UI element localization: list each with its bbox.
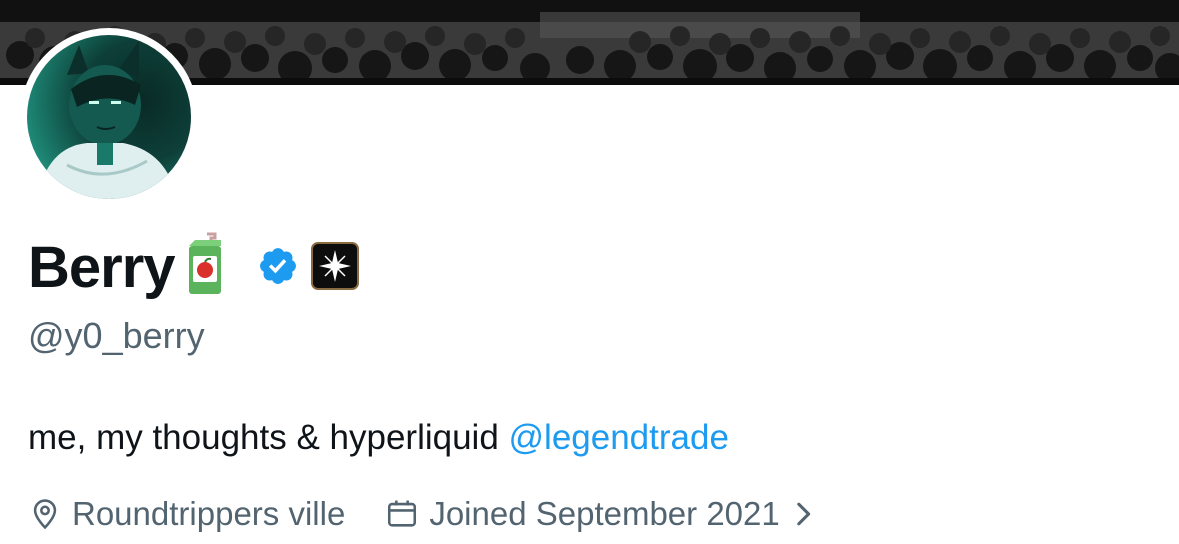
bio-text: me, my thoughts & hyperliquid (28, 418, 509, 457)
location-item: Roundtrippers ville (28, 495, 345, 533)
chevron-right-icon[interactable] (794, 500, 812, 528)
calendar-icon (388, 500, 417, 527)
affiliate-badge-icon[interactable] (310, 241, 359, 295)
name-row: Berry (28, 232, 359, 304)
display-name: Berry (28, 235, 176, 300)
location-text: Roundtrippers ville (72, 495, 346, 532)
verified-badge-icon[interactable] (257, 245, 299, 292)
user-handle: @y0_berry (28, 315, 205, 356)
location-pin-icon (33, 499, 57, 530)
bio-mention-link[interactable]: @legendtrade (509, 418, 729, 457)
avatar[interactable] (27, 35, 191, 199)
avatar-image (37, 41, 177, 199)
bio: me, my thoughts & hyperliquid @legendtra… (28, 420, 729, 455)
joined-item[interactable]: Joined September 2021 (385, 495, 821, 533)
joined-date: Joined September 2021 (429, 495, 780, 532)
juice-box-icon (181, 232, 229, 301)
profile-meta: Roundtrippers ville Joined September 202… (28, 494, 822, 534)
